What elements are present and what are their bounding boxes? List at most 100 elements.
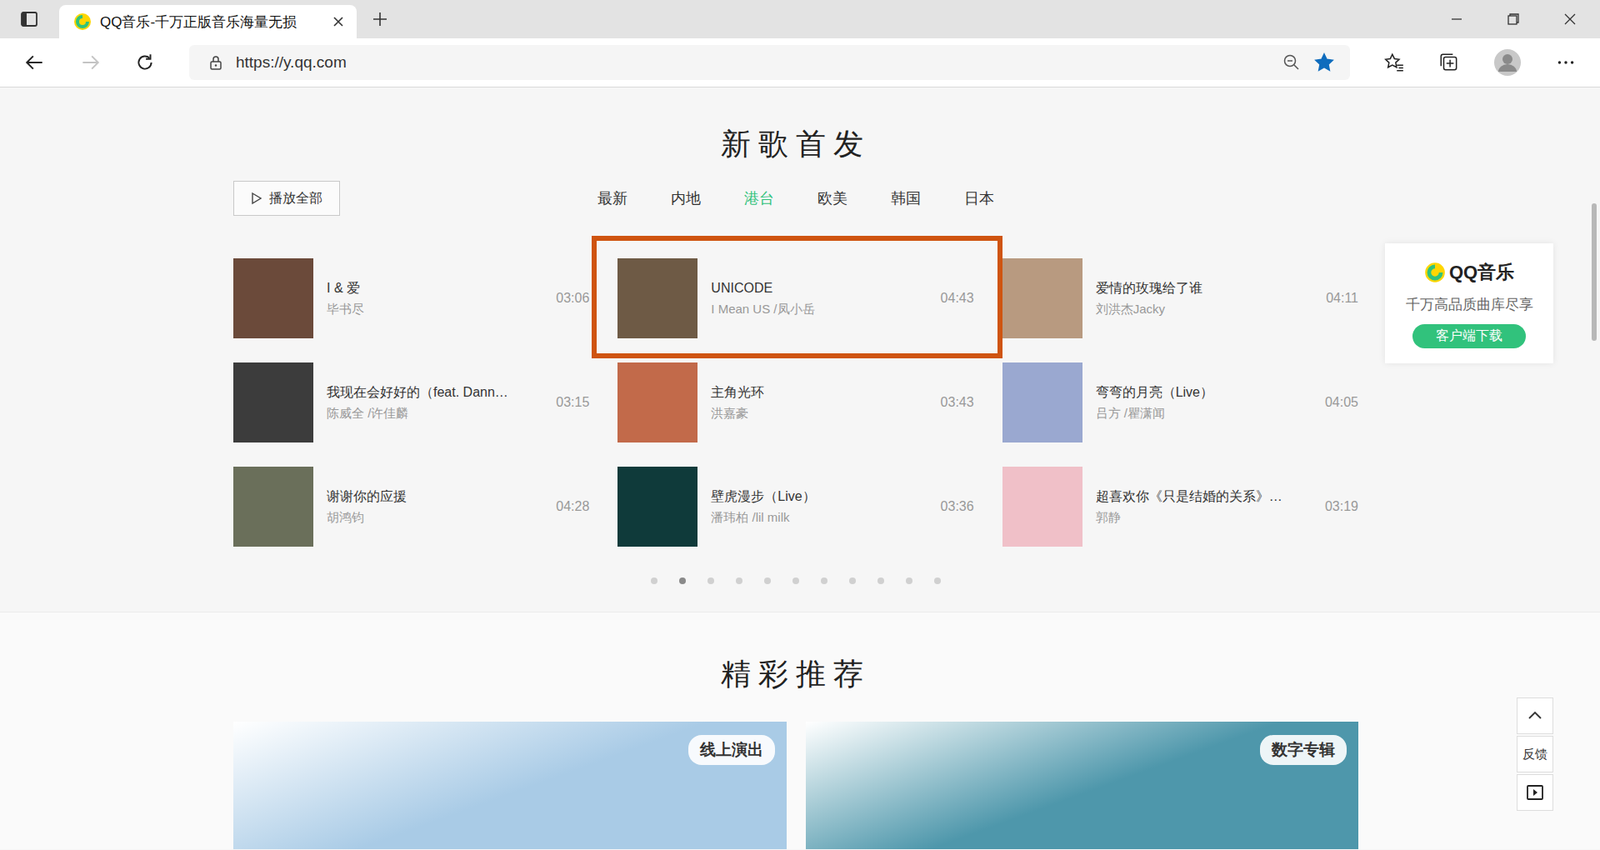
- favorite-star-icon[interactable]: [1313, 51, 1335, 74]
- song-artist[interactable]: 潘玮柏 /lil milk: [710, 509, 932, 526]
- tab-actions-icon[interactable]: [19, 9, 40, 30]
- song-item[interactable]: 谢谢你的应援胡鸿钧 04:28: [233, 466, 590, 547]
- banner[interactable]: 数字专辑: [805, 721, 1360, 850]
- song-artist[interactable]: 毕书尽: [326, 300, 548, 318]
- song-item[interactable]: I & 爱毕书尽 03:06: [233, 258, 590, 339]
- region-tab[interactable]: 欧美: [817, 188, 848, 209]
- forward-arrow-icon[interactable]: [79, 51, 101, 74]
- album-cover[interactable]: [617, 362, 698, 443]
- feedback-button[interactable]: 反馈: [1516, 735, 1554, 773]
- song-artist[interactable]: 洪嘉豪: [710, 405, 932, 422]
- section-title: 精彩推荐: [233, 655, 1359, 693]
- region-tabs: 最新 内地 港台 欧美 韩国 日本: [597, 188, 995, 209]
- song-name[interactable]: 我现在会好好的（feat. Dann…: [326, 383, 548, 401]
- address-toolbar: https://y.qq.com: [0, 38, 1600, 88]
- song-name[interactable]: 主角光环: [710, 383, 932, 401]
- page-dot[interactable]: [650, 577, 658, 585]
- song-item[interactable]: 弯弯的月亮（Live）吕方 /瞿潇闻04:05: [1002, 362, 1359, 443]
- song-duration: 03:19: [1325, 499, 1359, 515]
- page-dot[interactable]: [792, 577, 800, 585]
- song-artist[interactable]: 陈威全 /许佳麟: [326, 405, 548, 422]
- region-tab[interactable]: 内地: [670, 188, 701, 209]
- song-item[interactable]: 主角光环洪嘉豪 03:43: [617, 362, 974, 443]
- song-name[interactable]: UNICODE: [710, 279, 932, 297]
- more-menu-icon[interactable]: [1555, 51, 1577, 74]
- page-dot[interactable]: [707, 577, 715, 585]
- address-field[interactable]: https://y.qq.com: [189, 45, 1350, 80]
- zoom-out-icon[interactable]: [1281, 52, 1302, 73]
- region-tab[interactable]: 日本: [964, 188, 995, 209]
- new-tab-icon[interactable]: [370, 10, 390, 29]
- banner[interactable]: 线上演出: [233, 721, 787, 850]
- highlight-box: [591, 235, 1002, 359]
- album-cover[interactable]: [1002, 258, 1083, 339]
- back-to-top-button[interactable]: [1516, 697, 1554, 735]
- close-tab-icon[interactable]: [331, 15, 345, 29]
- page-dot[interactable]: [934, 577, 941, 585]
- minimize-icon[interactable]: [1449, 11, 1465, 27]
- collections-icon[interactable]: [1438, 51, 1460, 74]
- song-name[interactable]: 超喜欢你《只是结婚的关系》…: [1095, 487, 1317, 505]
- download-button[interactable]: 客户端下载: [1412, 324, 1526, 349]
- page-dots: [233, 577, 1359, 585]
- song-grid: I & 爱毕书尽03:06UNICODEI Mean US /凤小岳04:43爱…: [233, 258, 1359, 547]
- page-dot[interactable]: [735, 577, 743, 585]
- player-button[interactable]: [1516, 774, 1554, 811]
- page-dot[interactable]: [877, 577, 885, 585]
- section-title: 新歌首发: [233, 125, 1359, 163]
- album-cover[interactable]: [617, 466, 698, 547]
- song-name[interactable]: 爱情的玫瑰给了谁: [1095, 279, 1318, 297]
- song-artist[interactable]: 刘洪杰Jacky: [1095, 300, 1318, 318]
- song-artist[interactable]: 胡鸿钧: [326, 509, 548, 526]
- tab-strip: QQ音乐-千万正版音乐海量无损: [0, 0, 1600, 39]
- refresh-icon[interactable]: [134, 51, 156, 74]
- region-tab[interactable]: 港台: [744, 188, 775, 209]
- song-item[interactable]: 超喜欢你《只是结婚的关系》… 郭静 03:19: [1002, 466, 1359, 547]
- song-item[interactable]: 我现在会好好的（feat. Dann…陈威全 /许佳麟03:15: [233, 362, 590, 443]
- profile-avatar-icon[interactable]: [1493, 48, 1522, 77]
- song-name[interactable]: 壁虎漫步（Live）: [710, 487, 932, 505]
- region-tab[interactable]: 韩国: [890, 188, 921, 209]
- page-dot[interactable]: [679, 577, 686, 585]
- album-cover[interactable]: [233, 466, 314, 547]
- region-tab[interactable]: 最新: [597, 188, 628, 209]
- play-all-button[interactable]: 播放全部: [233, 180, 340, 216]
- scrollbar-thumb[interactable]: [1591, 203, 1597, 341]
- song-name[interactable]: 弯弯的月亮（Live）: [1095, 383, 1317, 401]
- lock-icon[interactable]: [207, 54, 225, 71]
- album-cover[interactable]: [1002, 362, 1083, 443]
- album-cover[interactable]: [617, 258, 698, 339]
- album-cover[interactable]: [1002, 466, 1083, 547]
- banner-tag: 线上演出: [688, 735, 775, 765]
- album-cover[interactable]: [233, 258, 314, 339]
- album-cover[interactable]: [233, 362, 314, 443]
- browser-window: QQ音乐-千万正版音乐海量无损 https://y.qq.com 新歌首发播放全部 最…: [0, 0, 1600, 850]
- new-songs-section: 新歌首发播放全部 最新 内地 港台 欧美 韩国 日本 I & 爱毕书尽 03:06 UNICODE…: [0, 87, 1600, 613]
- page-dot[interactable]: [905, 577, 913, 585]
- song-duration: 03:43: [940, 395, 975, 410]
- song-item[interactable]: 壁虎漫步（Live）潘玮柏 /lil milk03:36: [617, 466, 974, 547]
- restore-icon[interactable]: [1505, 11, 1521, 27]
- favorites-icon[interactable]: [1383, 51, 1405, 74]
- song-name[interactable]: 谢谢你的应援: [326, 487, 548, 505]
- play-icon: [250, 191, 263, 205]
- back-arrow-icon[interactable]: [24, 51, 46, 74]
- window-controls: [1449, 11, 1600, 27]
- qq-music-logo: QQ音乐: [1424, 260, 1515, 285]
- qq-music-logo-icon: [1424, 261, 1446, 284]
- page-dot[interactable]: [764, 577, 771, 585]
- song-artist[interactable]: 吕方 /瞿潇闻: [1095, 405, 1317, 422]
- page-dot[interactable]: [820, 577, 828, 585]
- song-duration: 03:06: [555, 290, 590, 306]
- song-name[interactable]: I & 爱: [326, 279, 548, 297]
- song-item[interactable]: 爱情的玫瑰给了谁刘洪杰Jacky 04:11: [1002, 258, 1359, 339]
- song-artist[interactable]: 郭静: [1095, 509, 1317, 526]
- song-duration: 04:28: [555, 499, 590, 515]
- close-window-icon[interactable]: [1562, 11, 1578, 27]
- song-item[interactable]: UNICODEI Mean US /凤小岳04:43: [617, 258, 974, 339]
- page-dot[interactable]: [849, 577, 856, 585]
- song-duration: 04:11: [1325, 290, 1359, 306]
- browser-tab[interactable]: QQ音乐-千万正版音乐海量无损: [59, 5, 357, 39]
- download-card: QQ音乐千万高品质曲库尽享客户端下载: [1385, 243, 1554, 364]
- song-artist[interactable]: I Mean US /凤小岳: [710, 300, 932, 318]
